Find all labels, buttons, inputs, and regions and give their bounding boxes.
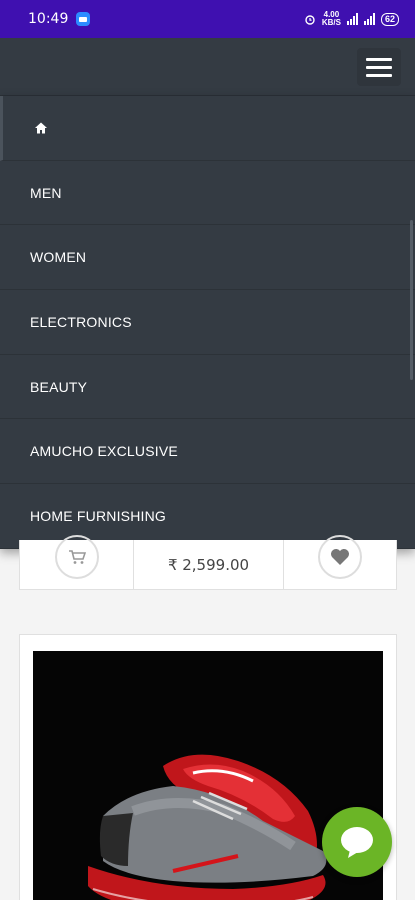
home-icon — [35, 122, 47, 134]
battery-icon: 62 — [380, 12, 399, 26]
wishlist-cell — [284, 534, 396, 589]
nav-item-amucho-exclusive[interactable]: AMUCHO EXCLUSIVE — [0, 419, 415, 485]
product-price: ₹ 2,599.00 — [134, 540, 284, 589]
nav-menu: MEN WOMEN ELECTRONICS BEAUTY AMUCHO EXCL… — [0, 96, 415, 549]
site-header — [0, 38, 415, 96]
nav-item-home[interactable] — [0, 96, 415, 161]
network-speed-unit: KB/S — [321, 18, 341, 27]
status-bar: 10:49 4.00 KB/S 62 — [0, 0, 415, 38]
chat-button[interactable] — [322, 807, 392, 877]
network-speed: 4.00 KB/S — [322, 11, 341, 27]
cart-icon — [68, 549, 86, 564]
nav-item-women[interactable]: WOMEN — [0, 225, 415, 291]
add-to-cart-button[interactable] — [54, 534, 99, 579]
hamburger-icon[interactable] — [357, 48, 401, 86]
add-to-cart-cell — [20, 534, 134, 589]
menu-scrollbar[interactable] — [410, 220, 413, 380]
gallery-notification-icon — [76, 12, 91, 26]
signal-icon — [346, 13, 358, 25]
nav-item-electronics[interactable]: ELECTRONICS — [0, 290, 415, 355]
status-time: 10:49 — [28, 11, 69, 27]
nav-item-beauty[interactable]: BEAUTY — [0, 355, 415, 420]
signal-icon-2 — [363, 13, 375, 25]
wishlist-button[interactable] — [318, 534, 362, 579]
heart-icon — [331, 548, 349, 565]
product-card: ₹ 2,599.00 — [19, 534, 397, 590]
alarm-icon — [305, 15, 315, 25]
chat-bubble-icon — [341, 827, 373, 858]
status-indicators: 4.00 KB/S 62 — [304, 11, 399, 27]
nav-item-men[interactable]: MEN — [0, 161, 415, 226]
